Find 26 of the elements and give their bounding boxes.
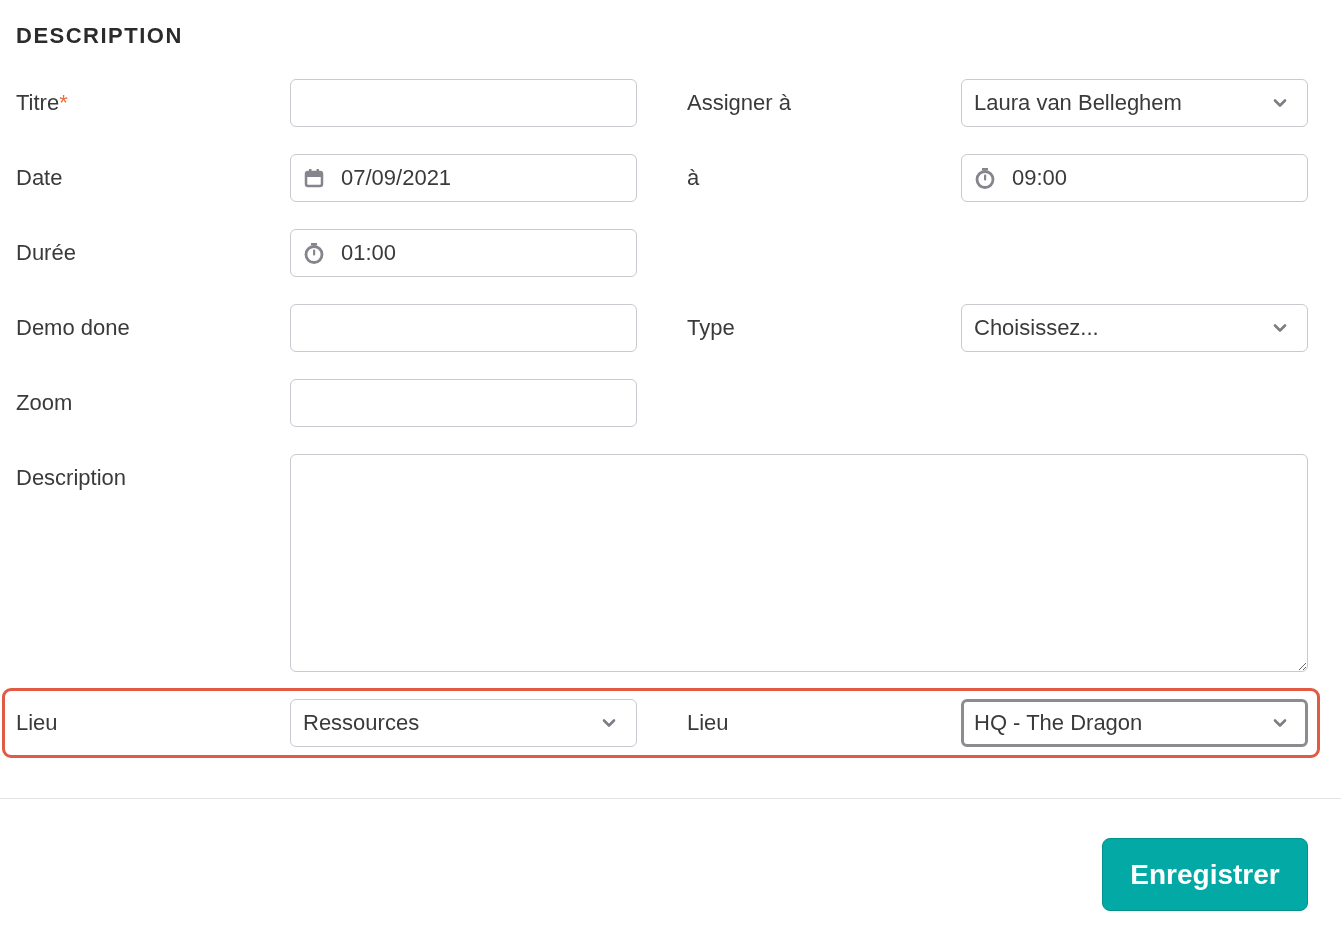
text-field[interactable] <box>290 79 637 127</box>
stopwatch-icon <box>974 167 996 189</box>
section-title: DESCRIPTION <box>16 22 184 50</box>
field-label: à <box>687 164 701 192</box>
field-label: Lieu <box>16 709 59 737</box>
field-label: Description <box>16 464 128 492</box>
field-label: Assigner à <box>687 89 792 117</box>
field-label: Demo done <box>16 314 131 342</box>
field-label: Titre* <box>16 89 69 117</box>
text-field[interactable] <box>290 304 637 352</box>
stopwatch-icon <box>303 242 325 264</box>
field-label: Type <box>687 314 736 342</box>
description-field[interactable] <box>290 454 1308 672</box>
text-field[interactable] <box>290 379 637 427</box>
field-label: Durée <box>16 239 77 267</box>
calendar-icon <box>303 167 325 189</box>
select-field[interactable]: HQ - The Dragon <box>961 699 1308 747</box>
select-field[interactable]: Choisissez... <box>961 304 1308 352</box>
time-field[interactable]: 09:00 <box>961 154 1308 202</box>
time-field[interactable]: 01:00 <box>290 229 637 277</box>
select-field[interactable]: Ressources <box>290 699 637 747</box>
field-label: Zoom <box>16 389 74 417</box>
field-label: Date <box>16 164 64 192</box>
date-field[interactable]: 07/09/2021 <box>290 154 637 202</box>
select-field[interactable]: Laura van Belleghem <box>961 79 1308 127</box>
field-label: Lieu <box>687 709 730 737</box>
